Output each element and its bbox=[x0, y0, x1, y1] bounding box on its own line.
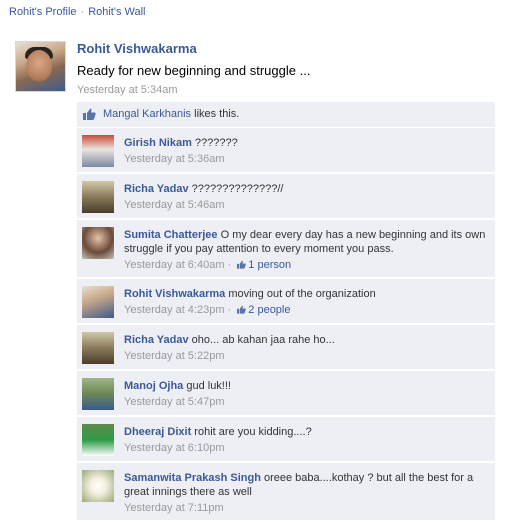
comment-timestamp[interactable]: Yesterday at 5:36am bbox=[124, 153, 225, 165]
post-timestamp[interactable]: Yesterday at 5:34am bbox=[77, 84, 178, 96]
commenter-avatar[interactable] bbox=[82, 286, 114, 318]
comment-author[interactable]: Samanwita Prakash Singh bbox=[124, 472, 261, 484]
post-author-name[interactable]: Rohit Vishwakarma bbox=[77, 41, 197, 56]
comment-timestamp[interactable]: Yesterday at 5:47pm bbox=[124, 396, 225, 408]
thumbs-up-icon bbox=[237, 260, 247, 269]
breadcrumb: Rohit's Profile · Rohit's Wall bbox=[9, 6, 146, 18]
commenter-avatar[interactable] bbox=[82, 424, 114, 456]
comment-text: moving out of the organization bbox=[225, 288, 376, 300]
comment-text: ??????? bbox=[191, 137, 238, 149]
comment-author[interactable]: Richa Yadav bbox=[124, 334, 189, 346]
breadcrumb-separator: · bbox=[80, 6, 85, 18]
comment: Sumita Chatterjee O my dear every day ha… bbox=[77, 220, 495, 277]
commenter-avatar[interactable] bbox=[82, 332, 114, 364]
comment: Richa Yadav ??????????????// Yesterday at… bbox=[77, 174, 495, 218]
comment-author[interactable]: Sumita Chatterjee bbox=[124, 229, 218, 241]
comment: Girish Nikam ??????? Yesterday at 5:36am bbox=[77, 128, 495, 172]
comment-author[interactable]: Dheeraj Dixit bbox=[124, 426, 191, 438]
feedback-section: Mangal Karkhanis likes this. Girish Nika… bbox=[77, 102, 495, 522]
comment-like-count[interactable]: 2 people bbox=[248, 304, 290, 316]
comment-timestamp[interactable]: Yesterday at 6:40am bbox=[124, 259, 225, 271]
comment-text: oho... ab kahan jaa rahe ho... bbox=[188, 334, 335, 346]
comment-like-count[interactable]: 1 person bbox=[248, 259, 291, 271]
comment-timestamp[interactable]: Yesterday at 6:10pm bbox=[124, 442, 225, 454]
likes-suffix: likes this. bbox=[191, 108, 240, 120]
comment: Dheeraj Dixit rohit are you kidding....?… bbox=[77, 417, 495, 461]
comment-author[interactable]: Rohit Vishwakarma bbox=[124, 288, 225, 300]
comment-timestamp[interactable]: Yesterday at 5:46am bbox=[124, 199, 225, 211]
commenter-avatar[interactable] bbox=[82, 378, 114, 410]
meta-separator: · bbox=[224, 259, 235, 271]
comment-author[interactable]: Girish Nikam bbox=[124, 137, 192, 149]
comment-text: rohit are you kidding....? bbox=[191, 426, 312, 438]
comment-text: ??????????????// bbox=[188, 183, 284, 195]
thumbs-up-icon bbox=[237, 305, 247, 314]
comment-timestamp[interactable]: Yesterday at 4:23pm bbox=[124, 304, 225, 316]
comment: Rohit Vishwakarma moving out of the orga… bbox=[77, 279, 495, 323]
comment-author[interactable]: Richa Yadav bbox=[124, 183, 189, 195]
comment: Samanwita Prakash Singh oreee baba....ko… bbox=[77, 463, 495, 520]
comment-author[interactable]: Manoj Ojha bbox=[124, 380, 183, 392]
comment-timestamp[interactable]: Yesterday at 7:11pm bbox=[124, 502, 224, 514]
post-message: Ready for new beginning and struggle ... bbox=[77, 63, 311, 78]
meta-separator: · bbox=[224, 304, 235, 316]
commenter-avatar[interactable] bbox=[82, 470, 114, 502]
breadcrumb-wall-link[interactable]: Rohit's Wall bbox=[88, 6, 145, 18]
comment-timestamp[interactable]: Yesterday at 5:22pm bbox=[124, 350, 225, 362]
breadcrumb-profile-link[interactable]: Rohit's Profile bbox=[9, 6, 77, 18]
liker-name[interactable]: Mangal Karkhanis bbox=[103, 108, 191, 120]
likes-summary: Mangal Karkhanis likes this. bbox=[77, 102, 495, 127]
comment: Richa Yadav oho... ab kahan jaa rahe ho.… bbox=[77, 325, 495, 369]
thumbs-up-icon bbox=[83, 108, 96, 120]
commenter-avatar[interactable] bbox=[82, 181, 114, 213]
commenter-avatar[interactable] bbox=[82, 227, 114, 259]
comment-text: gud luk!!! bbox=[183, 380, 231, 392]
comment-list: Girish Nikam ??????? Yesterday at 5:36am R… bbox=[77, 128, 495, 520]
comment: Manoj Ojha gud luk!!! Yesterday at 5:47pm bbox=[77, 371, 495, 415]
commenter-avatar[interactable] bbox=[82, 135, 114, 167]
post-author-avatar[interactable] bbox=[15, 41, 66, 92]
